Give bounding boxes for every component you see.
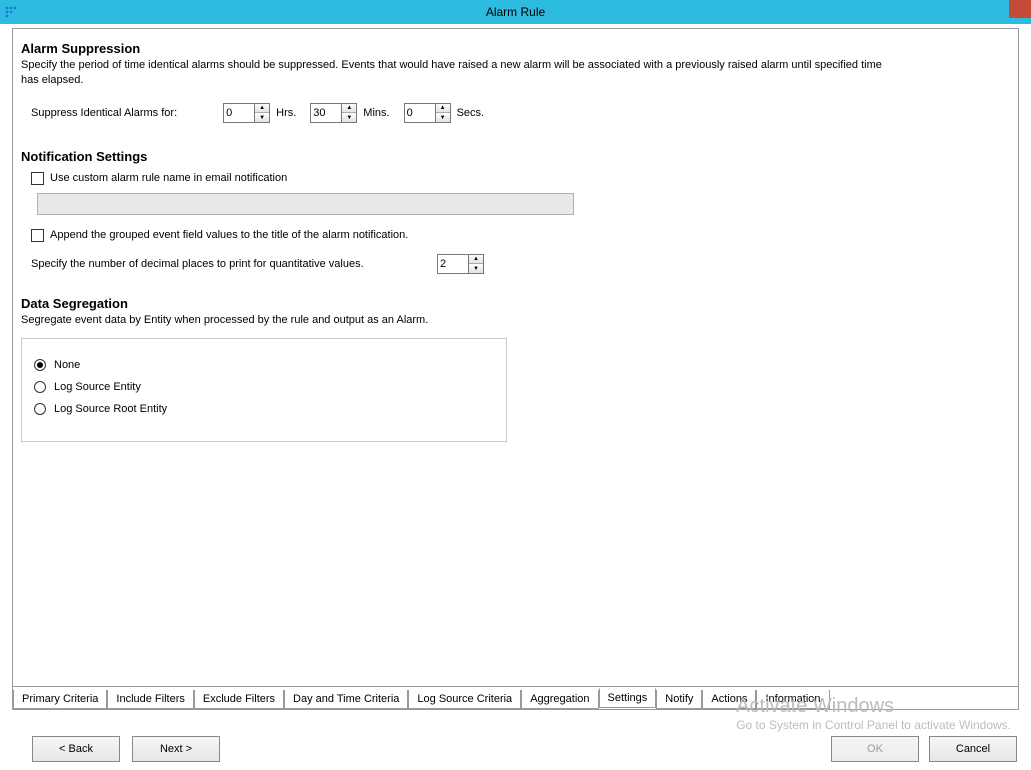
alarm-suppression-description: Specify the period of time identical ala… <box>21 58 891 89</box>
tab-aggregation[interactable]: Aggregation <box>521 690 598 709</box>
append-values-label: Append the grouped event field values to… <box>50 229 408 241</box>
close-icon[interactable] <box>1009 0 1031 18</box>
decimal-label: Specify the number of decimal places to … <box>31 258 431 270</box>
tab-primary-criteria[interactable]: Primary Criteria <box>13 690 107 709</box>
segregation-group: None Log Source Entity Log Source Root E… <box>21 338 507 442</box>
segregation-none-radio[interactable] <box>34 359 46 371</box>
tab-day-time-criteria[interactable]: Day and Time Criteria <box>284 690 408 709</box>
suppress-secs-unit: Secs. <box>457 107 485 119</box>
decimal-down[interactable]: ▼ <box>469 264 483 273</box>
suppress-row: Suppress Identical Alarms for: ▲ ▼ Hrs. … <box>31 103 1010 123</box>
suppress-hrs-down[interactable]: ▼ <box>255 113 269 122</box>
segregation-description: Segregate event data by Entity when proc… <box>21 313 1010 328</box>
suppress-secs-up[interactable]: ▲ <box>436 104 450 114</box>
segregation-root-label: Log Source Root Entity <box>54 403 167 415</box>
segregation-entity-label: Log Source Entity <box>54 381 141 393</box>
custom-name-checkbox[interactable] <box>31 172 44 185</box>
alarm-suppression-heading: Alarm Suppression <box>21 41 1010 56</box>
custom-name-input <box>37 193 574 215</box>
content-pane: Alarm Suppression Specify the period of … <box>12 28 1019 710</box>
suppress-mins-input[interactable] <box>311 104 341 122</box>
watermark-sub: Go to System in Control Panel to activat… <box>736 719 1011 732</box>
tab-log-source-criteria[interactable]: Log Source Criteria <box>408 690 521 709</box>
tab-exclude-filters[interactable]: Exclude Filters <box>194 690 284 709</box>
tab-information[interactable]: Information <box>756 690 829 709</box>
cancel-button[interactable]: Cancel <box>929 736 1017 762</box>
suppress-mins-up[interactable]: ▲ <box>342 104 356 114</box>
ok-button: OK <box>831 736 919 762</box>
tab-include-filters[interactable]: Include Filters <box>107 690 193 709</box>
suppress-hrs-field[interactable]: ▲ ▼ <box>223 103 270 123</box>
suppress-secs-input[interactable] <box>405 104 435 122</box>
suppress-mins-unit: Mins. <box>363 107 389 119</box>
tab-settings[interactable]: Settings <box>599 688 657 708</box>
titlebar: Alarm Rule <box>0 0 1031 24</box>
notification-heading: Notification Settings <box>21 149 1010 164</box>
decimal-up[interactable]: ▲ <box>469 255 483 265</box>
append-values-checkbox[interactable] <box>31 229 44 242</box>
suppress-hrs-unit: Hrs. <box>276 107 296 119</box>
suppress-hrs-input[interactable] <box>224 104 254 122</box>
suppress-hrs-up[interactable]: ▲ <box>255 104 269 114</box>
suppress-secs-down[interactable]: ▼ <box>436 113 450 122</box>
decimal-input[interactable] <box>438 255 468 273</box>
tab-actions[interactable]: Actions <box>702 690 756 709</box>
app-icon <box>0 0 22 24</box>
suppress-mins-field[interactable]: ▲ ▼ <box>310 103 357 123</box>
custom-name-label: Use custom alarm rule name in email noti… <box>50 172 287 184</box>
tab-strip: Primary Criteria Include Filters Exclude… <box>13 686 1018 709</box>
decimal-field[interactable]: ▲ ▼ <box>437 254 484 274</box>
window-title: Alarm Rule <box>0 5 1031 19</box>
tab-notify[interactable]: Notify <box>656 690 702 709</box>
next-button[interactable]: Next > <box>132 736 220 762</box>
suppress-mins-down[interactable]: ▼ <box>342 113 356 122</box>
segregation-heading: Data Segregation <box>21 296 1010 311</box>
suppress-secs-field[interactable]: ▲ ▼ <box>404 103 451 123</box>
segregation-none-label: None <box>54 359 80 371</box>
segregation-entity-radio[interactable] <box>34 381 46 393</box>
segregation-root-radio[interactable] <box>34 403 46 415</box>
footer-bar: < Back Next > OK Cancel <box>12 734 1019 764</box>
back-button[interactable]: < Back <box>32 736 120 762</box>
suppress-label: Suppress Identical Alarms for: <box>31 107 177 119</box>
